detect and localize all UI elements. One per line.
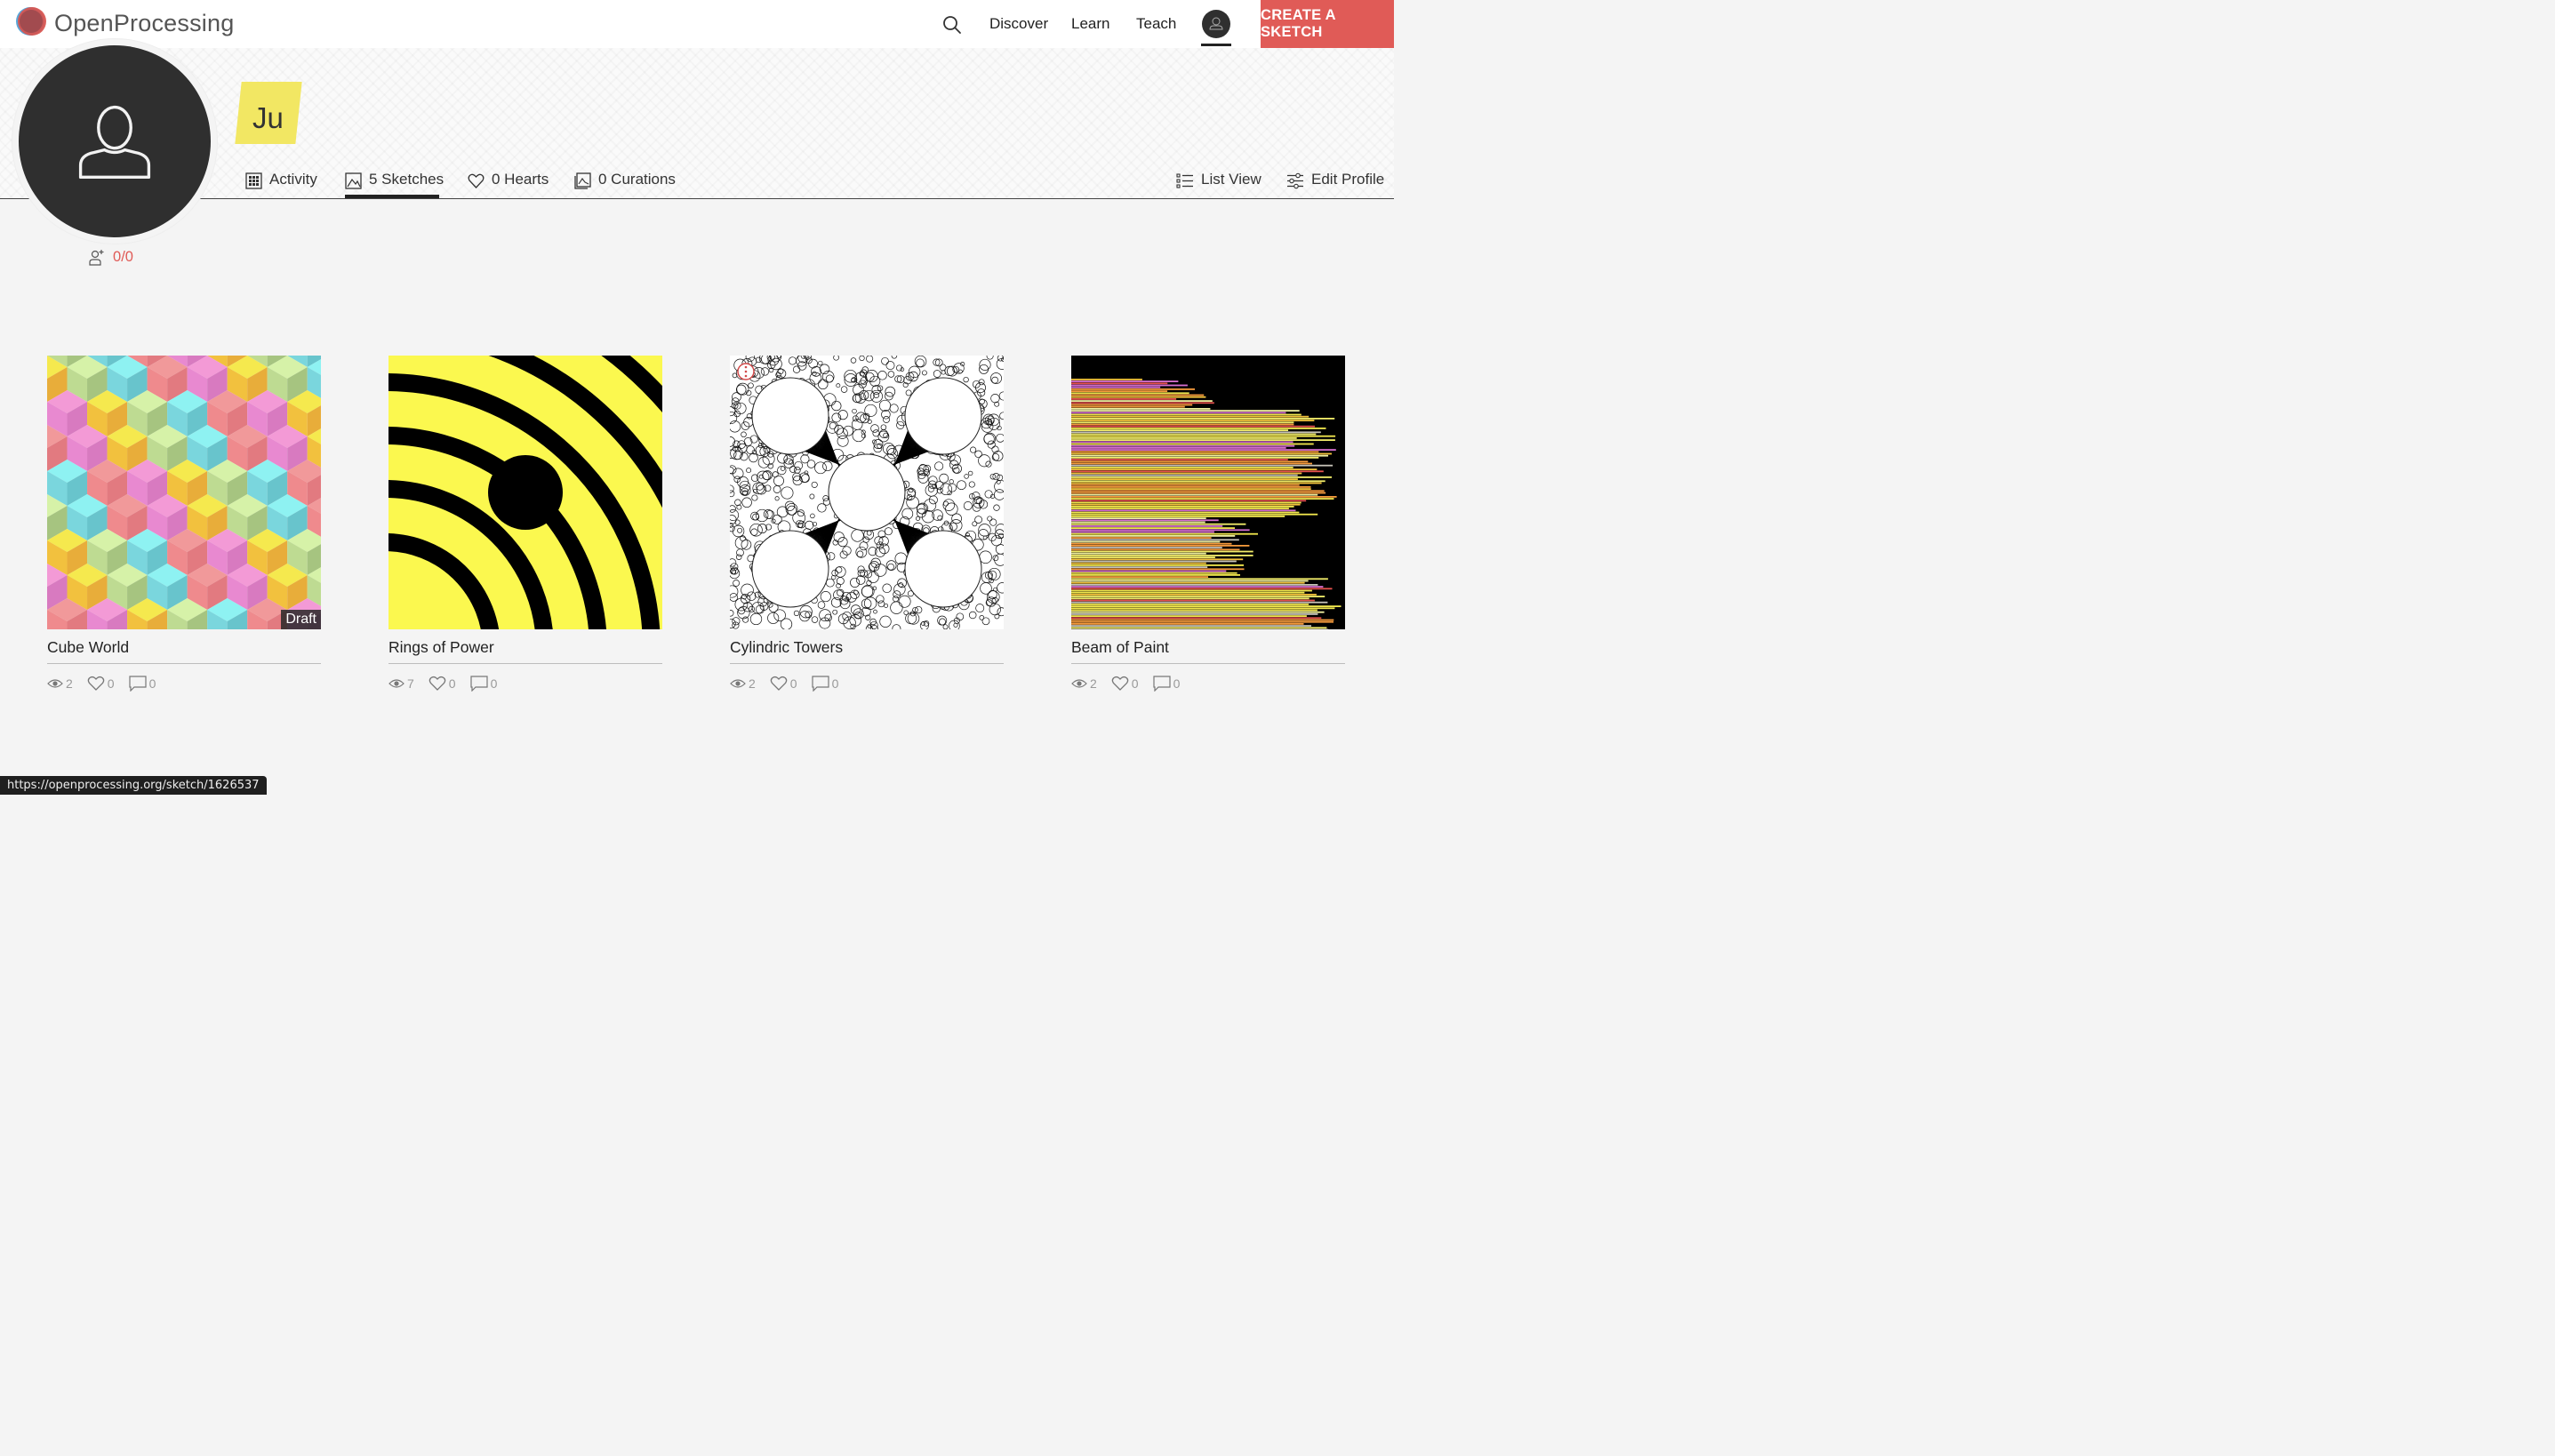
followers-count: 0	[113, 249, 122, 265]
sketch-card: Cylindric Towers 2 0 0	[730, 356, 1004, 692]
create-sketch-button[interactable]: CREATE A SKETCH	[1261, 0, 1394, 48]
nav-learn-link[interactable]: Learn	[1071, 15, 1109, 33]
heart-icon	[429, 676, 446, 691]
heart-icon	[87, 676, 105, 691]
hearts-count: 0	[107, 676, 115, 691]
nav-discover-link[interactable]: Discover	[989, 15, 1048, 33]
beam-of-paint-artwork	[1071, 356, 1345, 629]
top-navbar: OpenProcessing Discover Learn Teach CREA…	[0, 0, 1394, 48]
views-count: 2	[66, 676, 73, 691]
tab-hearts-label: 0 Hearts	[492, 171, 549, 188]
sketch-thumbnail[interactable]	[730, 356, 1004, 629]
curation-stack-icon	[574, 172, 591, 189]
following-count: 0	[124, 249, 133, 265]
tab-curations-label: 0 Curations	[598, 171, 676, 188]
user-icon	[1209, 17, 1223, 30]
eye-icon	[47, 679, 63, 688]
heart-icon	[1111, 676, 1129, 691]
search-icon[interactable]	[941, 14, 963, 36]
sketch-stats: 2 0 0	[1071, 676, 1345, 692]
comments-count: 0	[148, 676, 156, 691]
heart-icon	[770, 676, 788, 691]
comments-count: 0	[490, 676, 498, 691]
tab-sketches-label: 5 Sketches	[369, 171, 445, 188]
views-count: 2	[749, 676, 756, 691]
sketch-frame-icon	[345, 172, 362, 189]
tab-sketches[interactable]: 5 Sketches	[345, 171, 444, 197]
avatar-active-underline	[1201, 44, 1231, 46]
hearts-count: 0	[1131, 676, 1139, 691]
edit-profile-button[interactable]: Edit Profile	[1286, 171, 1384, 197]
sketch-stats: 7 0 0	[388, 676, 662, 692]
tab-curations[interactable]: 0 Curations	[574, 171, 676, 197]
sketch-stats: 2 0 0	[730, 676, 1004, 692]
openprocessing-logo-icon[interactable]	[12, 6, 48, 36]
views-count: 2	[1090, 676, 1097, 691]
sketch-title[interactable]: Cube World	[47, 638, 321, 664]
cube-world-artwork	[47, 356, 321, 629]
list-view-button[interactable]: List View	[1176, 171, 1261, 197]
comment-icon	[128, 676, 147, 692]
profile-name: Ju	[252, 101, 284, 134]
tab-activity[interactable]: Activity	[245, 171, 317, 197]
sketch-card: Rings of Power 7 0 0	[388, 356, 662, 692]
link-status-bar: https://openprocessing.org/sketch/162653…	[0, 776, 267, 795]
heart-icon	[468, 173, 485, 188]
active-tab-indicator	[345, 195, 439, 198]
follow-counts[interactable]: 0/0	[88, 249, 133, 266]
eye-icon	[730, 679, 746, 688]
tab-hearts[interactable]: 0 Hearts	[468, 171, 549, 197]
add-user-icon	[89, 250, 104, 266]
sketch-title[interactable]: Rings of Power	[388, 638, 662, 664]
sketch-card: Draft Cube World 2 0 0	[47, 356, 321, 692]
list-view-label: List View	[1201, 171, 1261, 188]
eye-icon	[1071, 679, 1087, 688]
nav-teach-link[interactable]: Teach	[1136, 15, 1176, 33]
tab-activity-label: Activity	[269, 171, 317, 188]
list-view-icon	[1176, 173, 1193, 188]
comments-count: 0	[831, 676, 839, 691]
sketch-thumbnail[interactable]: Draft	[47, 356, 321, 629]
activity-grid-icon	[245, 172, 262, 189]
user-icon	[78, 105, 151, 179]
sketch-card: Beam of Paint 2 0 0	[1071, 356, 1345, 692]
rings-of-power-artwork	[388, 356, 662, 629]
comment-icon	[469, 676, 488, 692]
comment-icon	[811, 676, 829, 692]
cylindric-towers-artwork	[730, 356, 1004, 629]
eye-icon	[388, 679, 404, 688]
edit-profile-label: Edit Profile	[1311, 171, 1385, 188]
sketch-thumbnail[interactable]	[388, 356, 662, 629]
comment-icon	[1152, 676, 1171, 692]
profile-avatar	[12, 39, 217, 244]
sketch-stats: 2 0 0	[47, 676, 321, 692]
settings-sliders-icon	[1287, 172, 1303, 189]
brand-name[interactable]: OpenProcessing	[54, 10, 234, 37]
hearts-count: 0	[448, 676, 456, 691]
views-count: 7	[407, 676, 414, 691]
comments-count: 0	[1173, 676, 1181, 691]
sketch-title[interactable]: Beam of Paint	[1071, 638, 1345, 664]
user-avatar-button[interactable]	[1202, 10, 1230, 38]
hearts-count: 0	[789, 676, 797, 691]
draft-badge: Draft	[281, 610, 321, 629]
sketch-thumbnail[interactable]	[1071, 356, 1345, 629]
sketch-title[interactable]: Cylindric Towers	[730, 638, 1004, 664]
